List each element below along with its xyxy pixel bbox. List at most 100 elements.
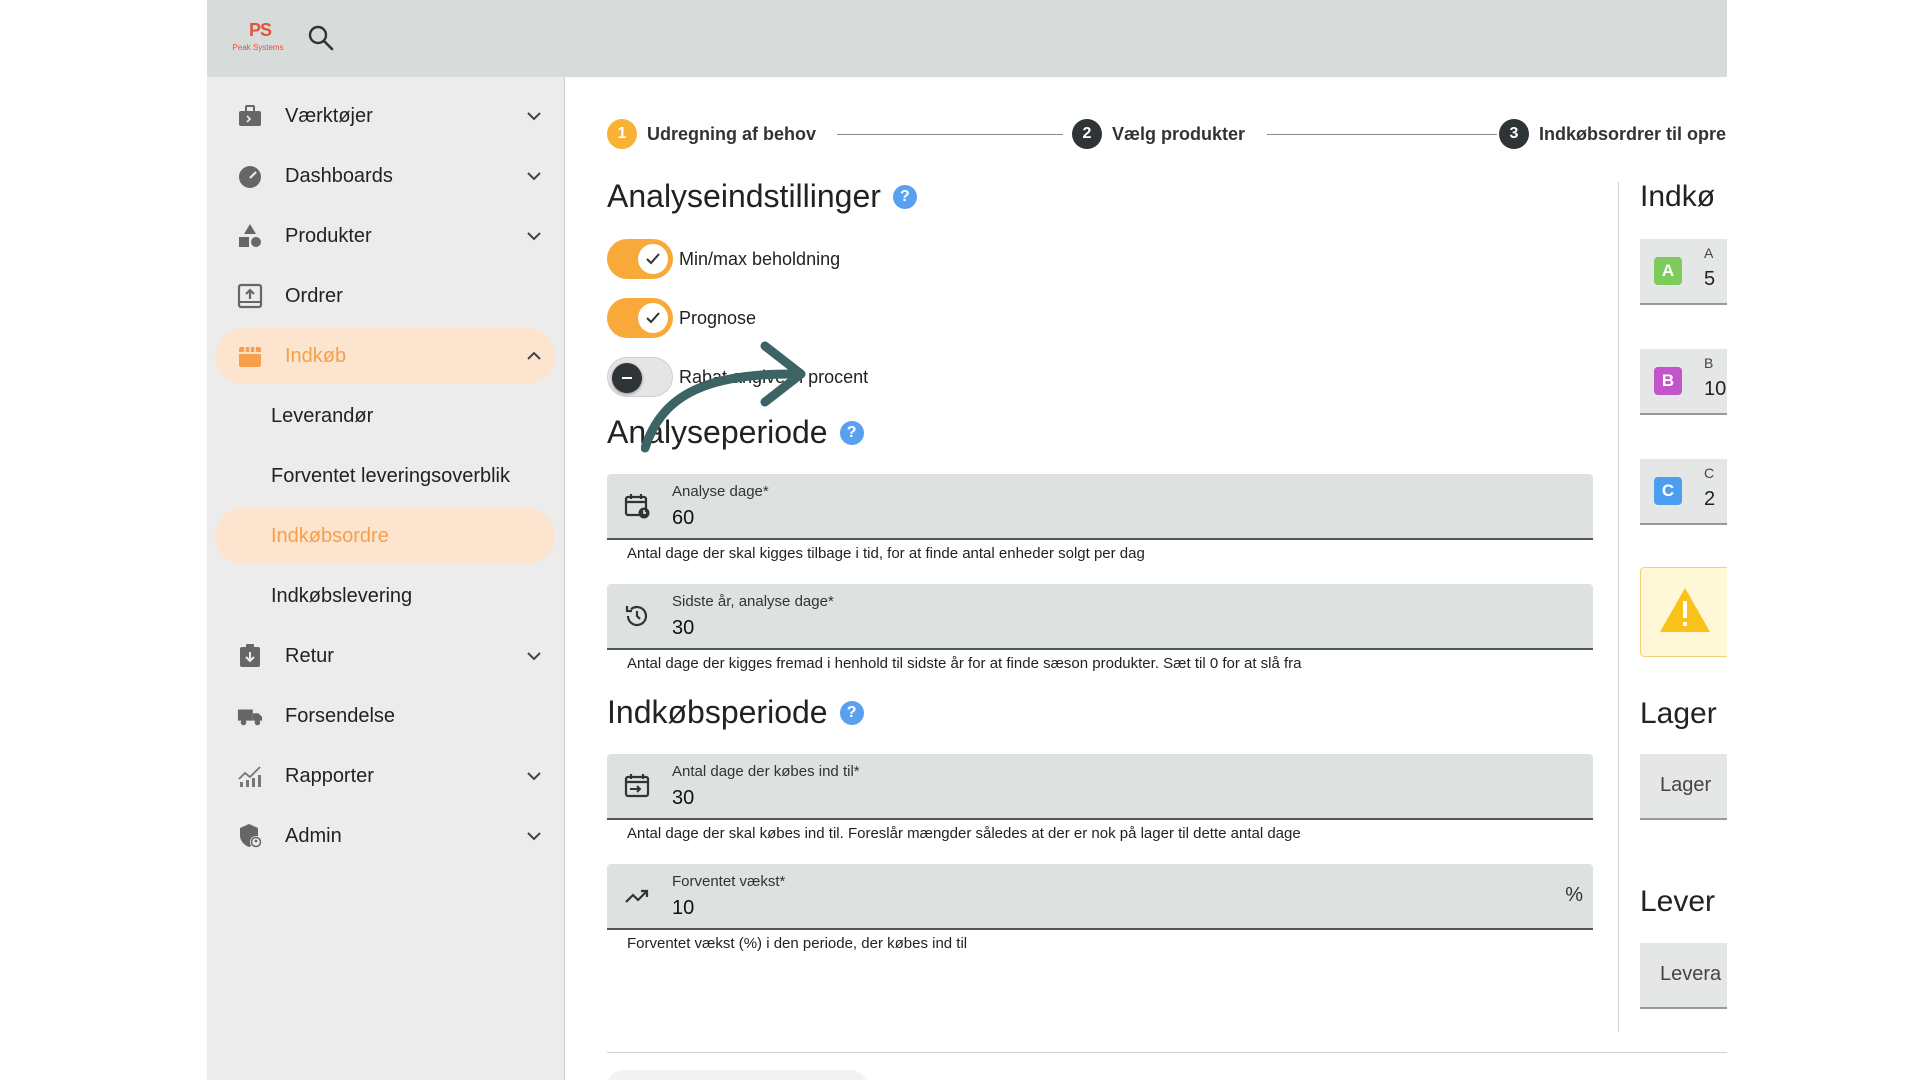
- field-label: Analyse dage*: [672, 483, 769, 500]
- check-icon: [638, 244, 668, 274]
- card-label: A: [1704, 245, 1714, 261]
- sidebar-item-ordrer[interactable]: Ordrer: [215, 268, 555, 324]
- percent-suffix: %: [1565, 884, 1583, 906]
- sidebar-item-label: Forsendelse: [285, 704, 396, 727]
- section-title-purchase-period: Indkøbsperiode ?: [607, 694, 864, 731]
- minus-icon: [612, 363, 642, 393]
- sidebar-subitem-label: Leverandør: [271, 404, 374, 427]
- toggle-switch[interactable]: [607, 239, 673, 279]
- toggle-label: Prognose: [679, 307, 757, 328]
- purchase-days-field[interactable]: Antal dage der købes ind til* 30: [607, 754, 1593, 820]
- top-bar: PS Peak Systems: [207, 0, 1727, 77]
- sidebar-item-produkter[interactable]: Produkter: [215, 208, 555, 264]
- calendar-arrow-icon: [623, 772, 651, 800]
- step-connector: [1267, 134, 1497, 135]
- section-title-text: Indkøbsperiode: [607, 694, 828, 730]
- leverandor-select[interactable]: Levera: [1640, 943, 1727, 1009]
- sidebar-item-admin[interactable]: Admin: [215, 808, 555, 864]
- sidebar-item-label: Rapporter: [285, 764, 374, 787]
- stepper: 1 Udregning af behov 2 Vælg produkter 3 …: [607, 119, 1727, 149]
- chevron-down-icon: [525, 647, 543, 665]
- chart-icon: [237, 763, 263, 789]
- lager-title: Lager: [1640, 697, 1717, 730]
- badge-c: C: [1654, 477, 1682, 505]
- chevron-down-icon: [525, 227, 543, 245]
- sidebar-item-label: Admin: [285, 824, 342, 847]
- step-number: 3: [1499, 119, 1529, 149]
- sidebar-subitem-indkobsordre[interactable]: Indkøbsordre: [215, 508, 555, 564]
- search-icon[interactable]: [307, 24, 335, 52]
- chevron-down-icon: [525, 827, 543, 845]
- help-icon[interactable]: ?: [839, 420, 864, 445]
- leverandor-select-value: Levera: [1660, 963, 1722, 985]
- badge-a: A: [1654, 257, 1682, 285]
- sidebar-item-label: Værktøjer: [285, 104, 373, 127]
- history-icon: [623, 602, 651, 630]
- sidebar: Værktøjer Dashboards Produkter Ordrer In…: [207, 77, 565, 1080]
- field-label: Forventet vækst*: [672, 873, 786, 890]
- sidebar-item-vaerktojer[interactable]: Værktøjer: [215, 88, 555, 144]
- sidebar-subitem-forventet-leveringsoverblik[interactable]: Forventet leveringsoverblik: [215, 448, 555, 504]
- abc-card-b[interactable]: B B 10: [1640, 349, 1727, 415]
- right-panel-title: Indkø: [1640, 180, 1716, 213]
- step-3[interactable]: 3 Indkøbsordrer til opre: [1499, 119, 1726, 149]
- card-value: 10: [1704, 378, 1727, 400]
- card-value: 2: [1704, 488, 1716, 510]
- section-title-analysis-settings: Analyseindstillinger ?: [607, 178, 917, 215]
- expected-growth-field[interactable]: Forventet vækst* 10 %: [607, 864, 1593, 930]
- check-icon: [638, 303, 668, 333]
- card-value: 5: [1704, 268, 1716, 290]
- toolbox-icon: [237, 103, 263, 129]
- abc-card-c[interactable]: C C 2: [1640, 459, 1727, 525]
- store-icon: [237, 343, 263, 369]
- help-icon[interactable]: ?: [892, 184, 917, 209]
- step-1[interactable]: 1 Udregning af behov: [607, 119, 816, 149]
- chevron-down-icon: [525, 107, 543, 125]
- field-value[interactable]: 30: [672, 617, 694, 640]
- section-title-text: Analyseindstillinger: [607, 178, 881, 214]
- analysis-days-field[interactable]: Analyse dage* 60: [607, 474, 1593, 540]
- trending-up-icon: [623, 882, 651, 910]
- sidebar-item-rapporter[interactable]: Rapporter: [215, 748, 555, 804]
- card-label: C: [1704, 465, 1715, 481]
- main-content: 1 Udregning af behov 2 Vælg produkter 3 …: [565, 77, 1727, 1080]
- sidebar-item-indkob[interactable]: Indkøb: [215, 328, 555, 384]
- lager-select-value: Lager: [1660, 774, 1712, 796]
- field-hint: Antal dage der skal kigges tilbage i tid…: [627, 545, 1145, 562]
- field-value[interactable]: 30: [672, 787, 694, 810]
- sidebar-item-label: Dashboards: [285, 164, 393, 187]
- lager-select[interactable]: Lager: [1640, 754, 1727, 820]
- toggle-row-min-max[interactable]: Min/max beholdning: [607, 239, 840, 279]
- field-hint: Antal dage der skal købes ind til. Fores…: [627, 825, 1301, 842]
- app-window: PS Peak Systems Værktøjer Dashboards Pro…: [207, 0, 1727, 1080]
- field-label: Sidste år, analyse dage*: [672, 593, 834, 610]
- field-value[interactable]: 60: [672, 507, 694, 530]
- last-year-analysis-days-field[interactable]: Sidste år, analyse dage* 30: [607, 584, 1593, 650]
- annotation-arrow-icon: [641, 341, 806, 453]
- warning-icon: [1658, 586, 1712, 639]
- warning-box: [1640, 567, 1727, 657]
- lever-title: Lever: [1640, 885, 1716, 918]
- sidebar-item-label: Indkøb: [285, 344, 347, 367]
- help-icon[interactable]: ?: [839, 700, 864, 725]
- toggle-row-prognose[interactable]: Prognose: [607, 298, 756, 338]
- sidebar-item-dashboards[interactable]: Dashboards: [215, 148, 555, 204]
- panel-divider: [1618, 182, 1619, 1032]
- field-value[interactable]: 10: [672, 897, 694, 920]
- sidebar-subitem-label: Indkøbsordre: [271, 524, 389, 547]
- toggle-switch[interactable]: [607, 298, 673, 338]
- sidebar-item-forsendelse[interactable]: Forsendelse: [215, 688, 555, 744]
- field-label: Antal dage der købes ind til*: [672, 763, 860, 780]
- step-label: Udregning af behov: [647, 123, 817, 144]
- field-hint: Antal dage der kigges fremad i henhold t…: [627, 655, 1302, 672]
- bottom-button[interactable]: [607, 1070, 867, 1080]
- sidebar-subitem-indkobslevering[interactable]: Indkøbslevering: [215, 568, 555, 624]
- sidebar-item-retur[interactable]: Retur: [215, 628, 555, 684]
- sidebar-subitem-leverandor[interactable]: Leverandør: [215, 388, 555, 444]
- abc-card-a[interactable]: A A 5: [1640, 239, 1727, 305]
- clipboard-return-icon: [237, 643, 263, 669]
- logo[interactable]: PS Peak Systems: [225, 20, 291, 56]
- step-2[interactable]: 2 Vælg produkter: [1072, 119, 1245, 149]
- sidebar-subitem-label: Indkøbslevering: [271, 584, 413, 607]
- shapes-icon: [237, 223, 263, 249]
